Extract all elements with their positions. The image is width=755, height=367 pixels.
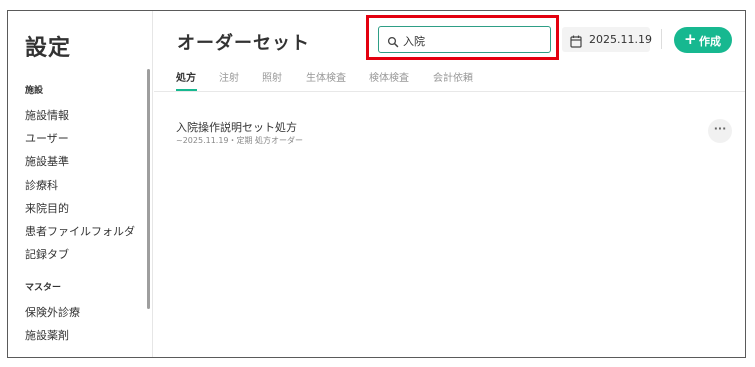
tab-billing-request[interactable]: 会計依頼 xyxy=(433,69,473,84)
app-window: 設定 施設 施設情報 ユーザー 施設基準 診療科 来院目的 患者ファイルフォルダ… xyxy=(7,10,746,358)
create-button[interactable]: + 作成 xyxy=(674,27,732,53)
tab-physiological-test[interactable]: 生体検査 xyxy=(306,69,346,84)
more-options-button[interactable]: ··· xyxy=(708,119,732,143)
sidebar-section-facility: 施設 xyxy=(25,86,44,96)
header-divider xyxy=(661,29,662,49)
sidebar-item-visit-purpose[interactable]: 来院目的 xyxy=(25,200,69,216)
sidebar-scrollbar[interactable] xyxy=(147,69,150,309)
create-button-label: 作成 xyxy=(699,35,721,48)
tab-injection[interactable]: 注射 xyxy=(219,69,239,84)
sidebar-item-patient-file-folders[interactable]: 患者ファイルフォルダ xyxy=(25,223,135,239)
sidebar-item-facility-drugs[interactable]: 施設薬剤 xyxy=(25,327,69,343)
app-title: 設定 xyxy=(25,36,72,61)
calendar-icon xyxy=(570,33,582,52)
tab-irradiation[interactable]: 照射 xyxy=(262,69,282,84)
plus-icon: + xyxy=(684,30,697,48)
sidebar-item-users[interactable]: ユーザー xyxy=(25,130,69,146)
sidebar-item-departments[interactable]: 診療科 xyxy=(25,177,58,193)
page-title: オーダーセット xyxy=(177,33,310,54)
date-value: 2025.11.19 xyxy=(589,33,652,46)
sidebar-item-facility-info[interactable]: 施設情報 xyxy=(25,107,69,123)
sidebar-section-master: マスター xyxy=(25,283,62,293)
sidebar-item-non-insurance[interactable]: 保険外診療 xyxy=(25,304,80,320)
tab-prescription[interactable]: 処方 xyxy=(176,69,196,84)
date-picker[interactable]: 2025.11.19 xyxy=(562,27,652,52)
sidebar-item-facility-standards[interactable]: 施設基準 xyxy=(25,153,69,169)
order-set-title[interactable]: 入院操作説明セット処方 xyxy=(176,119,297,135)
order-set-subtitle: ~2025.11.19・定期 処方オーダー xyxy=(176,136,304,145)
tabs-divider xyxy=(154,91,745,92)
highlight-box xyxy=(366,15,559,60)
tab-specimen-test[interactable]: 検体検査 xyxy=(369,69,409,84)
sidebar-item-record-tabs[interactable]: 記録タブ xyxy=(25,246,69,262)
sidebar: 設定 施設 施設情報 ユーザー 施設基準 診療科 来院目的 患者ファイルフォルダ… xyxy=(8,11,153,357)
